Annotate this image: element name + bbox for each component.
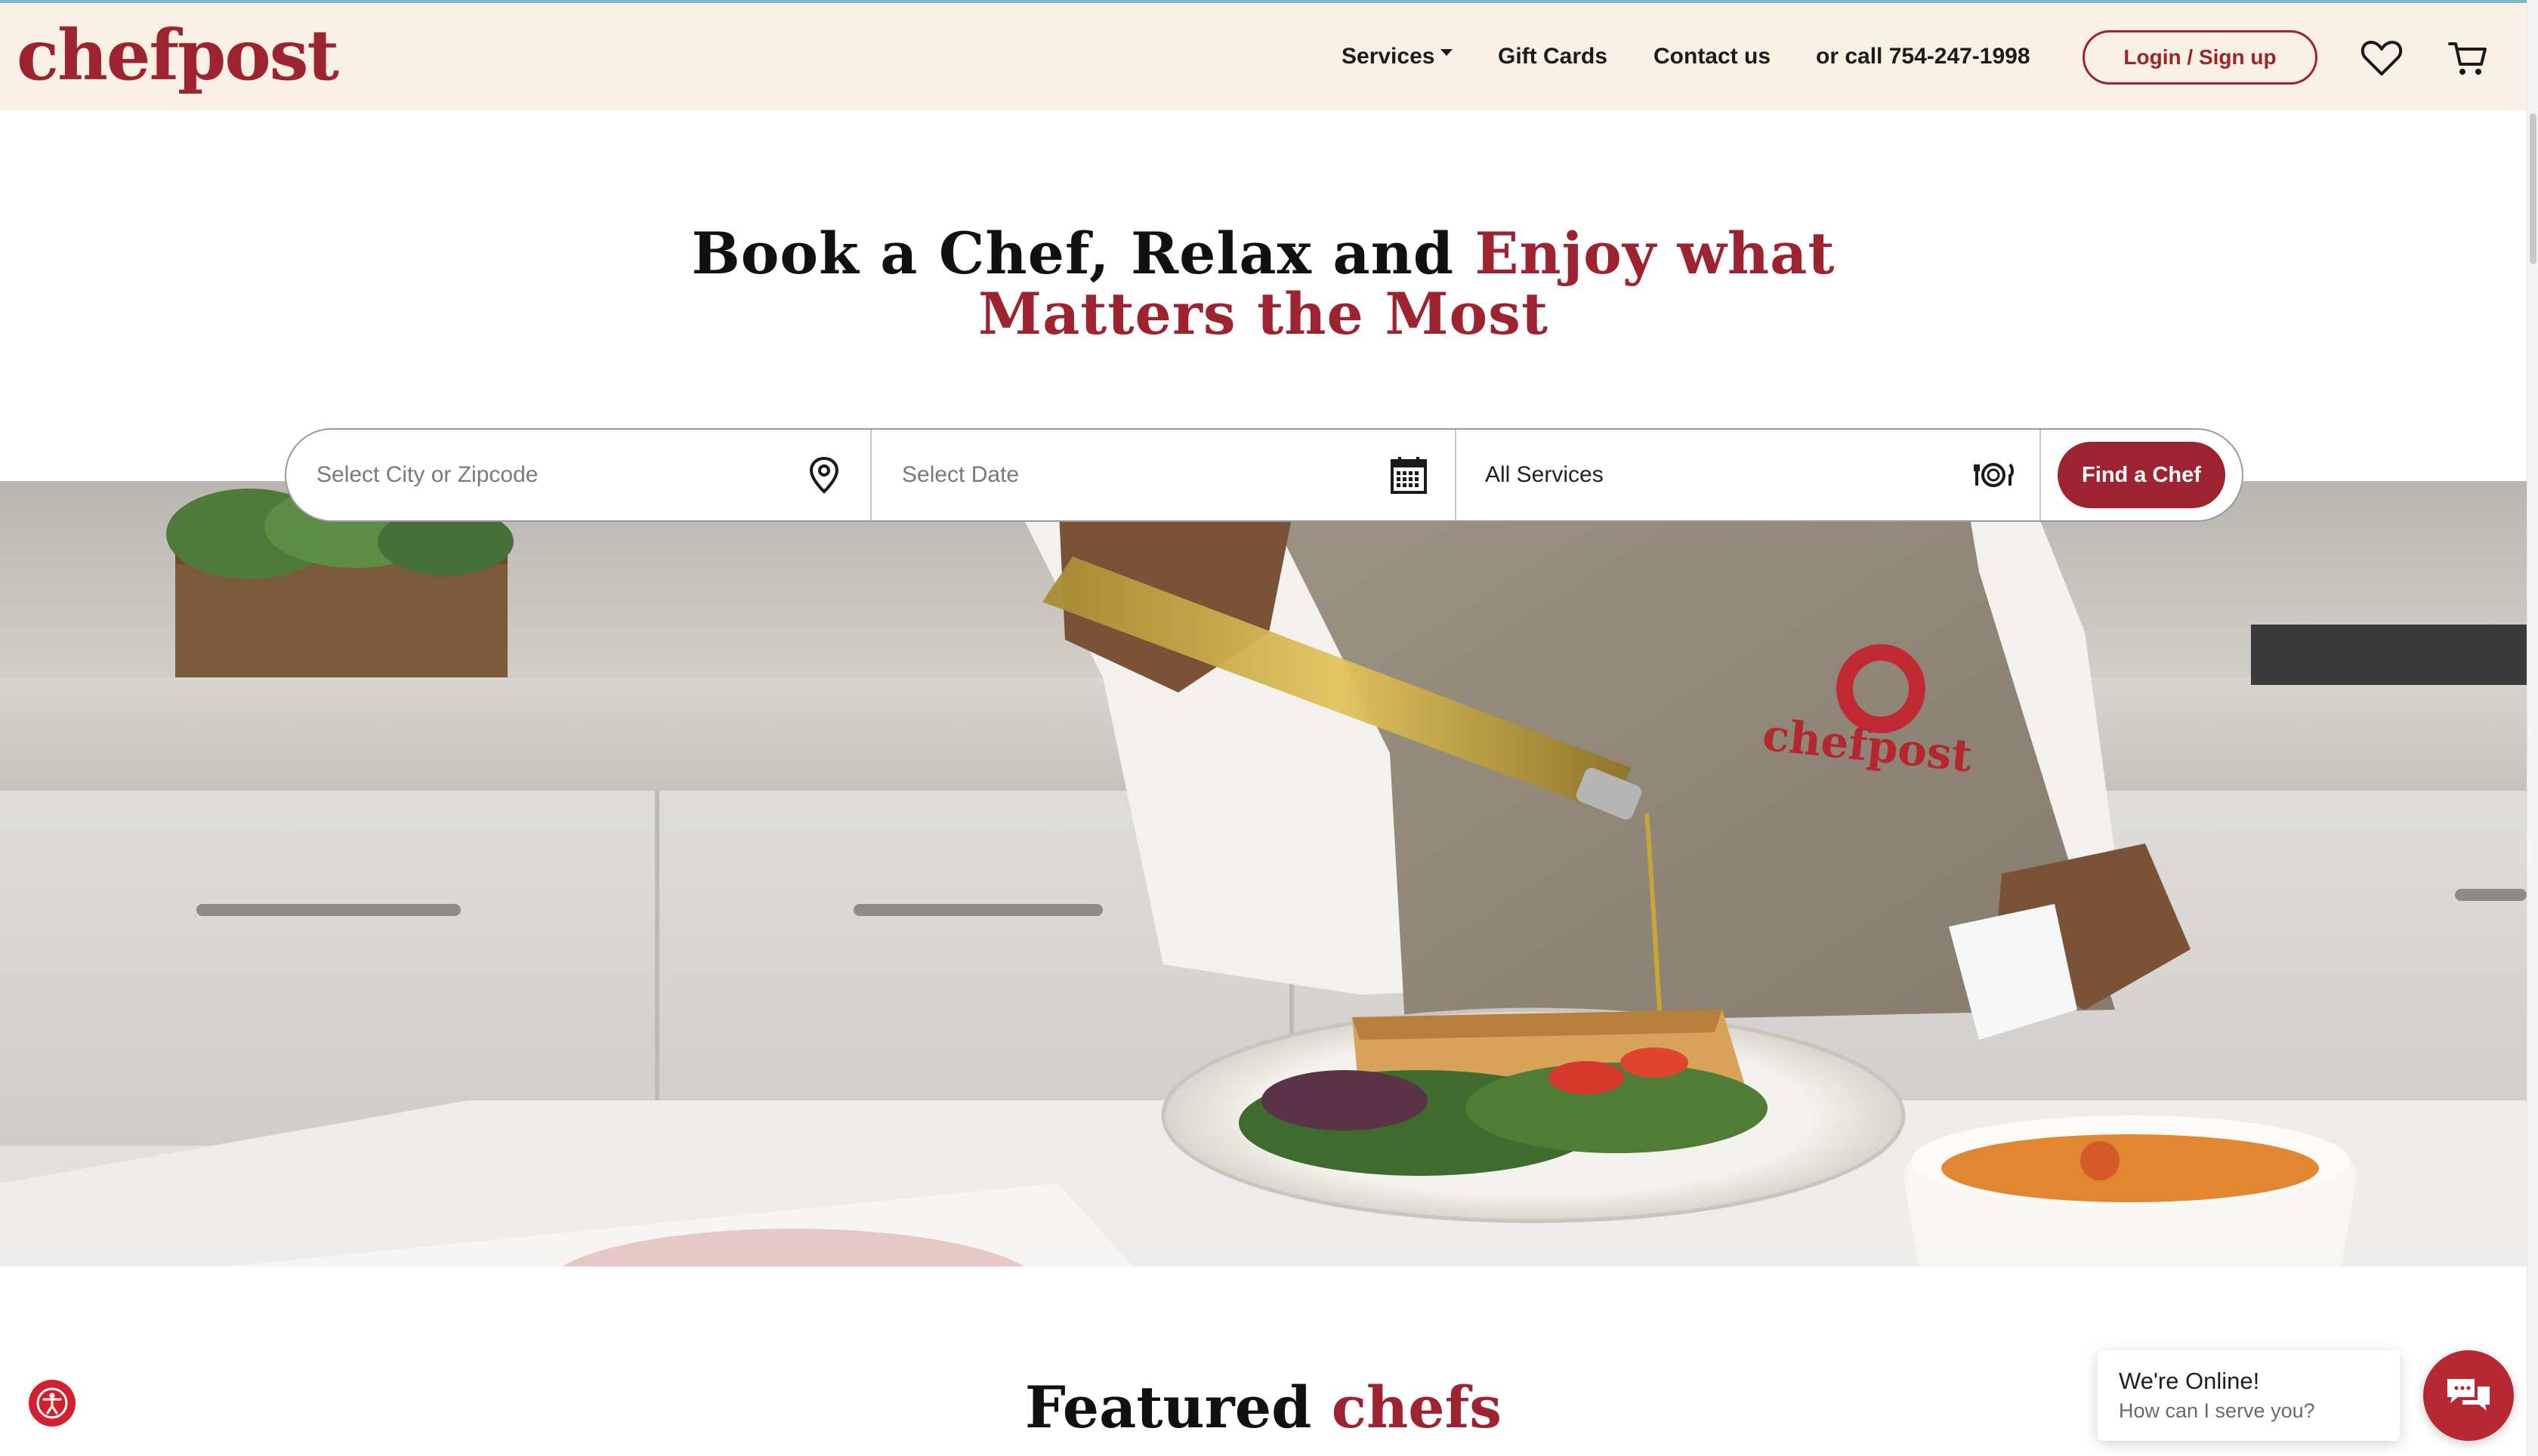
caret-down-icon: [1440, 48, 1453, 56]
services-select[interactable]: All Services: [1456, 430, 2041, 520]
nav-contact-us[interactable]: Contact us: [1653, 3, 1771, 110]
plate-cutlery-icon: [1973, 455, 2014, 495]
hero-title-plain: Book a Chef, Relax and: [691, 220, 1475, 287]
scrollbar-thumb[interactable]: [2530, 113, 2536, 264]
chefpost-logo[interactable]: chefpost: [17, 14, 339, 97]
accessibility-icon[interactable]: [29, 1380, 76, 1427]
login-signup-button[interactable]: Login / Sign up: [2083, 30, 2317, 85]
heart-icon[interactable]: [2355, 32, 2408, 85]
chat-title: We're Online!: [2119, 1368, 2260, 1394]
featured-title-accent: chefs: [1331, 1374, 1502, 1441]
nav-gift-cards[interactable]: Gift Cards: [1498, 3, 1607, 110]
calendar-icon[interactable]: [1388, 455, 1429, 495]
nav-services-label: Services: [1342, 44, 1435, 69]
chef-search-form: All Services Find a Chef: [285, 428, 2243, 522]
find-chef-wrap: Find a Chef: [2041, 430, 2242, 520]
chat-subtitle: How can I serve you?: [2119, 1399, 2315, 1422]
hero-title: Book a Chef, Relax and Enjoy what Matter…: [0, 224, 2527, 344]
date-input[interactable]: [900, 461, 1345, 489]
city-field[interactable]: [286, 430, 872, 520]
location-pin-icon: [804, 455, 844, 495]
hero-photo: chefpost: [0, 481, 2527, 1266]
date-field[interactable]: [872, 430, 1456, 520]
find-a-chef-button[interactable]: Find a Chef: [2058, 442, 2225, 508]
featured-title-plain: Featured: [1024, 1374, 1332, 1441]
cart-icon[interactable]: [2441, 32, 2494, 85]
nav-services-dropdown[interactable]: Services: [1342, 3, 1453, 110]
services-selected-value: All Services: [1485, 462, 1604, 487]
chat-greeting-bubble[interactable]: We're Online! How can I serve you?: [2098, 1350, 2400, 1441]
site-header: chefpost Services Gift Cards Contact us …: [0, 0, 2527, 110]
chat-icon[interactable]: [2423, 1350, 2514, 1441]
city-zipcode-input[interactable]: [315, 461, 759, 489]
page-scrollbar[interactable]: [2527, 0, 2538, 1456]
hero-title-accent-2: Matters the Most: [977, 280, 1549, 347]
hero-title-accent-1: Enjoy what: [1474, 220, 1836, 287]
nav-phone-link[interactable]: or call 754-247-1998: [1816, 3, 2030, 110]
